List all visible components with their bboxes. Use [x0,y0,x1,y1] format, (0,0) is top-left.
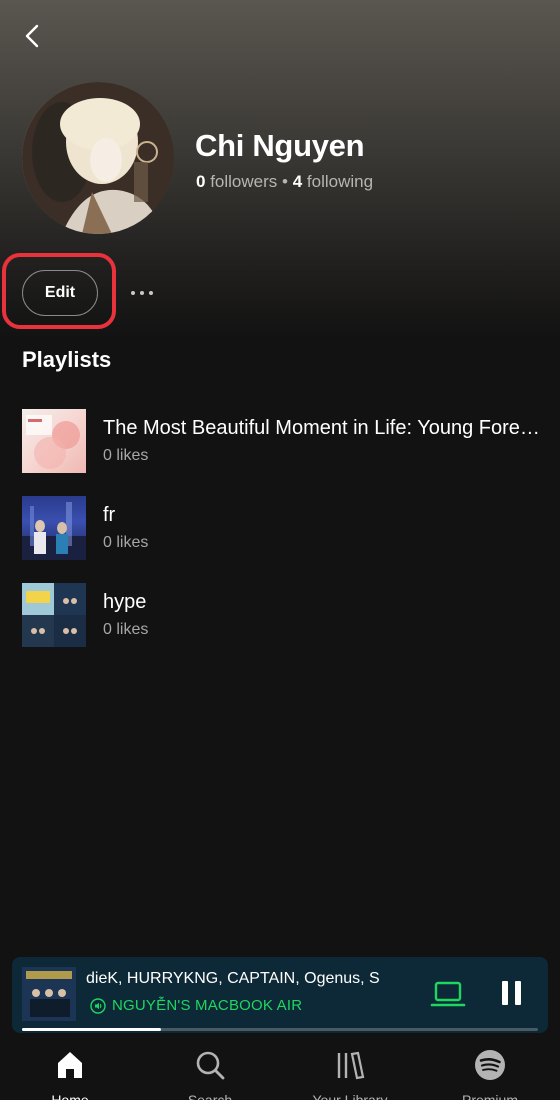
profile-name: Chi Nguyen [195,128,365,163]
playlist-item[interactable]: The Most Beautiful Moment in Life: Young… [0,409,560,477]
avatar-illustration [22,82,174,234]
spotify-logo-icon [475,1050,505,1080]
bottom-navigation: Home Search Your Library Premium [0,1040,560,1100]
nav-premium[interactable]: Premium [440,1048,540,1100]
playlist-title: fr [103,504,116,526]
playlist-item[interactable]: fr 0 likes [0,496,560,564]
playlist-title: hype [103,591,147,613]
playlists-heading: Playlists [22,347,112,372]
now-playing-bar[interactable]: dieK, HURRYKNG, CAPTAIN, Ogenus, S NGUYỄ… [12,957,548,1033]
more-options-button[interactable] [124,280,160,306]
nav-home-label: Home [51,1092,89,1100]
home-icon [58,1052,82,1078]
followers-label[interactable]: followers [210,172,277,191]
pause-icon [502,981,521,1005]
nav-library[interactable]: Your Library [300,1048,400,1100]
playlist-cover-image [22,409,86,473]
profile-avatar[interactable] [22,82,174,234]
playback-progress-track[interactable] [22,1028,538,1031]
following-label[interactable]: following [307,172,373,191]
connected-device-label: NGUYỄN'S MACBOOK AIR [112,997,303,1014]
chevron-left-icon [25,24,39,48]
now-playing-artists: dieK, HURRYKNG, CAPTAIN, Ogenus, S [86,970,380,987]
playlist-likes: 0 likes [103,447,149,464]
search-icon [196,1051,225,1080]
back-button[interactable] [14,18,50,54]
pause-button[interactable] [500,979,524,1007]
playlist-cover-image [22,496,86,560]
edit-button[interactable]: Edit [22,270,98,316]
now-playing-album-art [22,967,76,1021]
stats-separator: • [282,172,288,191]
library-icon [337,1051,365,1080]
nav-library-label: Your Library [312,1092,388,1100]
nav-home[interactable]: Home [20,1048,120,1100]
playlist-cover-image [22,583,86,647]
profile-stats: 0 followers • 4 following [196,172,373,192]
more-horizontal-icon [131,291,135,295]
more-dot [140,291,144,295]
more-dot [149,291,153,295]
laptop-icon [430,981,466,1007]
playlist-item[interactable]: hype 0 likes [0,583,560,651]
nav-premium-label: Premium [461,1092,518,1100]
following-count[interactable]: 4 [293,172,302,191]
connect-device-button[interactable] [430,977,466,1011]
speaker-icon [90,997,106,1014]
playlist-title: The Most Beautiful Moment in Life: Young… [103,417,543,439]
playback-progress-fill [22,1028,162,1031]
playlist-likes: 0 likes [103,534,149,551]
connected-device[interactable]: NGUYỄN'S MACBOOK AIR [90,997,302,1014]
nav-search[interactable]: Search [160,1048,260,1100]
followers-count[interactable]: 0 [196,172,205,191]
playlist-likes: 0 likes [103,621,149,638]
nav-search-label: Search [187,1092,233,1100]
